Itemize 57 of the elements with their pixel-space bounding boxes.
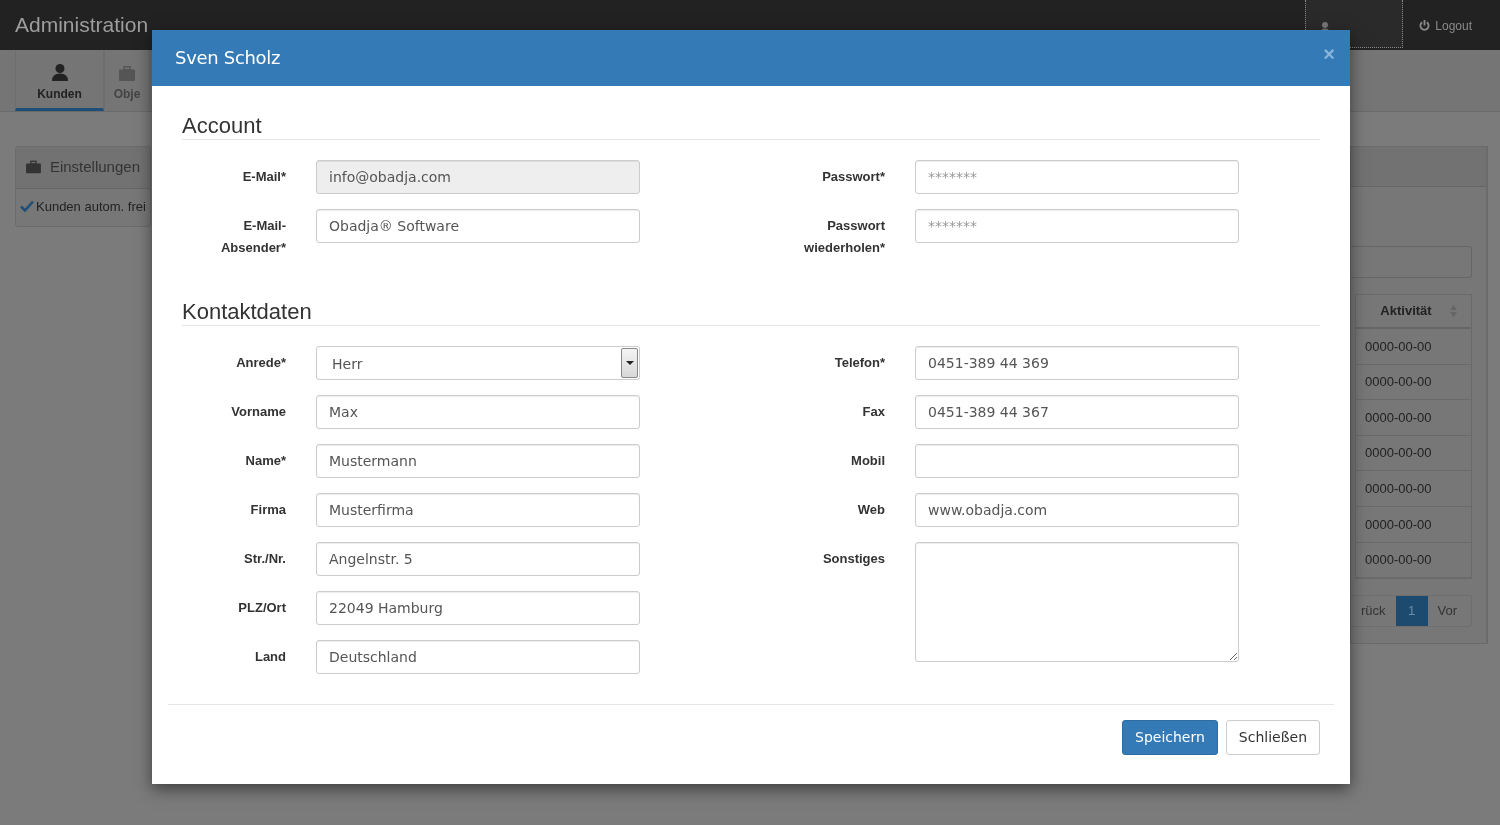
- panel-title: Einstellungen: [49, 157, 140, 177]
- column-title: Aktivität: [1380, 302, 1432, 321]
- column-header[interactable]: Aktivität: [1356, 295, 1471, 329]
- input-field[interactable]: Angelnstr. 5: [316, 542, 640, 576]
- field-label: Fax: [862, 403, 885, 421]
- section-title: Account: [182, 115, 1320, 140]
- password-field[interactable]: *******: [915, 160, 1239, 194]
- field-label: E-Mail*: [242, 168, 286, 186]
- input-field[interactable]: 22049 Hamburg: [316, 591, 640, 625]
- field-label: Mobil: [851, 452, 885, 470]
- field-label: Str./Nr.: [244, 550, 286, 568]
- table-cell: 0000-00-00: [1356, 400, 1471, 436]
- dropdown-field[interactable]: Herr: [316, 346, 640, 380]
- check-icon[interactable]: [20, 200, 34, 213]
- field-label: Passwort*: [822, 168, 885, 186]
- table-cell: 0000-00-00: [1356, 506, 1471, 543]
- close-button[interactable]: Schließen: [1225, 720, 1320, 755]
- table-cell: 0000-00-00: [1356, 364, 1471, 401]
- field-label: Web: [857, 501, 885, 519]
- input-field[interactable]: [915, 444, 1239, 478]
- save-button[interactable]: Speichern: [1122, 720, 1218, 755]
- input-field[interactable]: Max: [316, 395, 640, 429]
- tab[interactable]: Kunden: [15, 50, 104, 111]
- input-field[interactable]: www.obadja.com: [915, 493, 1239, 527]
- input-field[interactable]: Deutschland: [316, 640, 640, 674]
- input-field[interactable]: Musterfirma: [316, 493, 640, 527]
- table-cell: 0000-00-00: [1356, 329, 1471, 365]
- briefcase-icon: [26, 160, 41, 175]
- modal-title: Sven Scholz: [175, 47, 281, 69]
- briefcase-icon: [119, 66, 135, 81]
- field-label: Land: [254, 648, 286, 666]
- field-label: E-Mail-Absender*: [219, 217, 286, 257]
- text-area[interactable]: [915, 542, 1239, 662]
- field-label: Anrede*: [236, 354, 286, 372]
- input-field[interactable]: Mustermann: [316, 444, 640, 478]
- table-cell: 0000-00-00: [1356, 542, 1471, 579]
- input-field[interactable]: Obadja® Software: [316, 209, 640, 243]
- person-icon: [51, 64, 68, 81]
- option-label: Kunden autom. frei: [36, 197, 146, 216]
- table-cell: 0000-00-00: [1356, 435, 1471, 472]
- field-label: Sonstiges: [822, 550, 885, 568]
- input-field[interactable]: 0451-389 44 369: [915, 346, 1239, 380]
- power-icon: [1419, 20, 1431, 31]
- search-field[interactable]: [1351, 246, 1472, 278]
- field-label: Name*: [245, 452, 286, 470]
- field-label: PLZ/Ort: [238, 599, 286, 617]
- caret-icon: [621, 348, 638, 378]
- field-label: Telefon*: [834, 354, 885, 372]
- input-field[interactable]: 0451-389 44 367: [915, 395, 1239, 429]
- field-label: Firma: [250, 501, 286, 519]
- logout-link[interactable]: Logout: [1403, 0, 1500, 50]
- section-title: Kontaktdaten: [182, 301, 1320, 326]
- field-label: Vorname: [231, 403, 286, 421]
- password-field[interactable]: *******: [915, 209, 1239, 243]
- field-label: Passwort wiederholen*: [803, 217, 885, 257]
- table-cell: 0000-00-00: [1356, 471, 1471, 507]
- brand-title: Administration: [14, 12, 150, 38]
